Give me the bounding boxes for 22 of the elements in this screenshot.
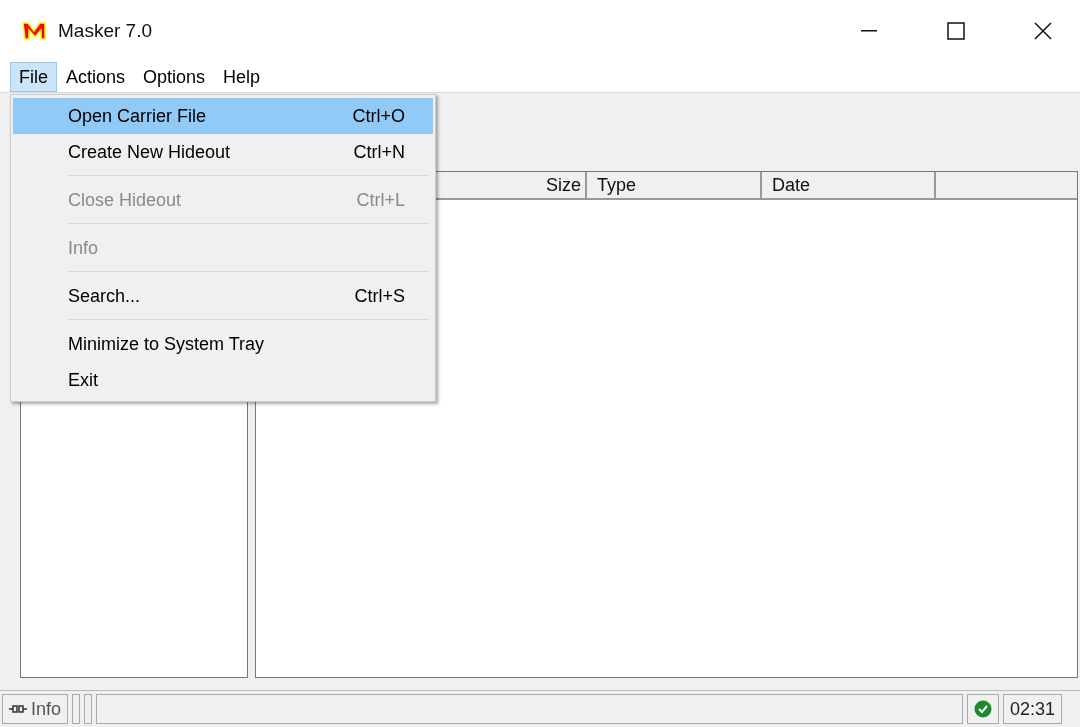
menu-entry[interactable]: Minimize to System Tray: [13, 326, 433, 362]
menu-item[interactable]: Options: [134, 62, 215, 92]
connector-icon: [9, 705, 27, 713]
minimize-icon: [860, 30, 877, 32]
menu-entry[interactable]: Open Carrier File Ctrl+O: [13, 98, 433, 134]
status-panel: [84, 694, 93, 724]
column-header[interactable]: Date: [762, 172, 936, 198]
menu-entry[interactable]: Exit: [13, 362, 433, 398]
status-panel: [72, 694, 81, 724]
status-time: 02:31: [1002, 694, 1062, 724]
window-title: Masker 7.0: [58, 20, 153, 42]
app-logo-icon: [22, 21, 46, 41]
menu-entry[interactable]: Create New Hideout Ctrl+N: [13, 134, 433, 170]
menu-item[interactable]: Actions: [57, 62, 135, 92]
check-icon: [973, 700, 992, 718]
status-label: Info: [31, 698, 62, 720]
menu-item[interactable]: Help: [214, 62, 270, 92]
column-header[interactable]: Type: [587, 172, 762, 198]
close-icon: [1033, 22, 1052, 40]
menu-item[interactable]: File: [10, 62, 57, 92]
menu-entry[interactable]: Search... Ctrl+S: [13, 278, 433, 314]
maximize-icon: [946, 22, 965, 40]
